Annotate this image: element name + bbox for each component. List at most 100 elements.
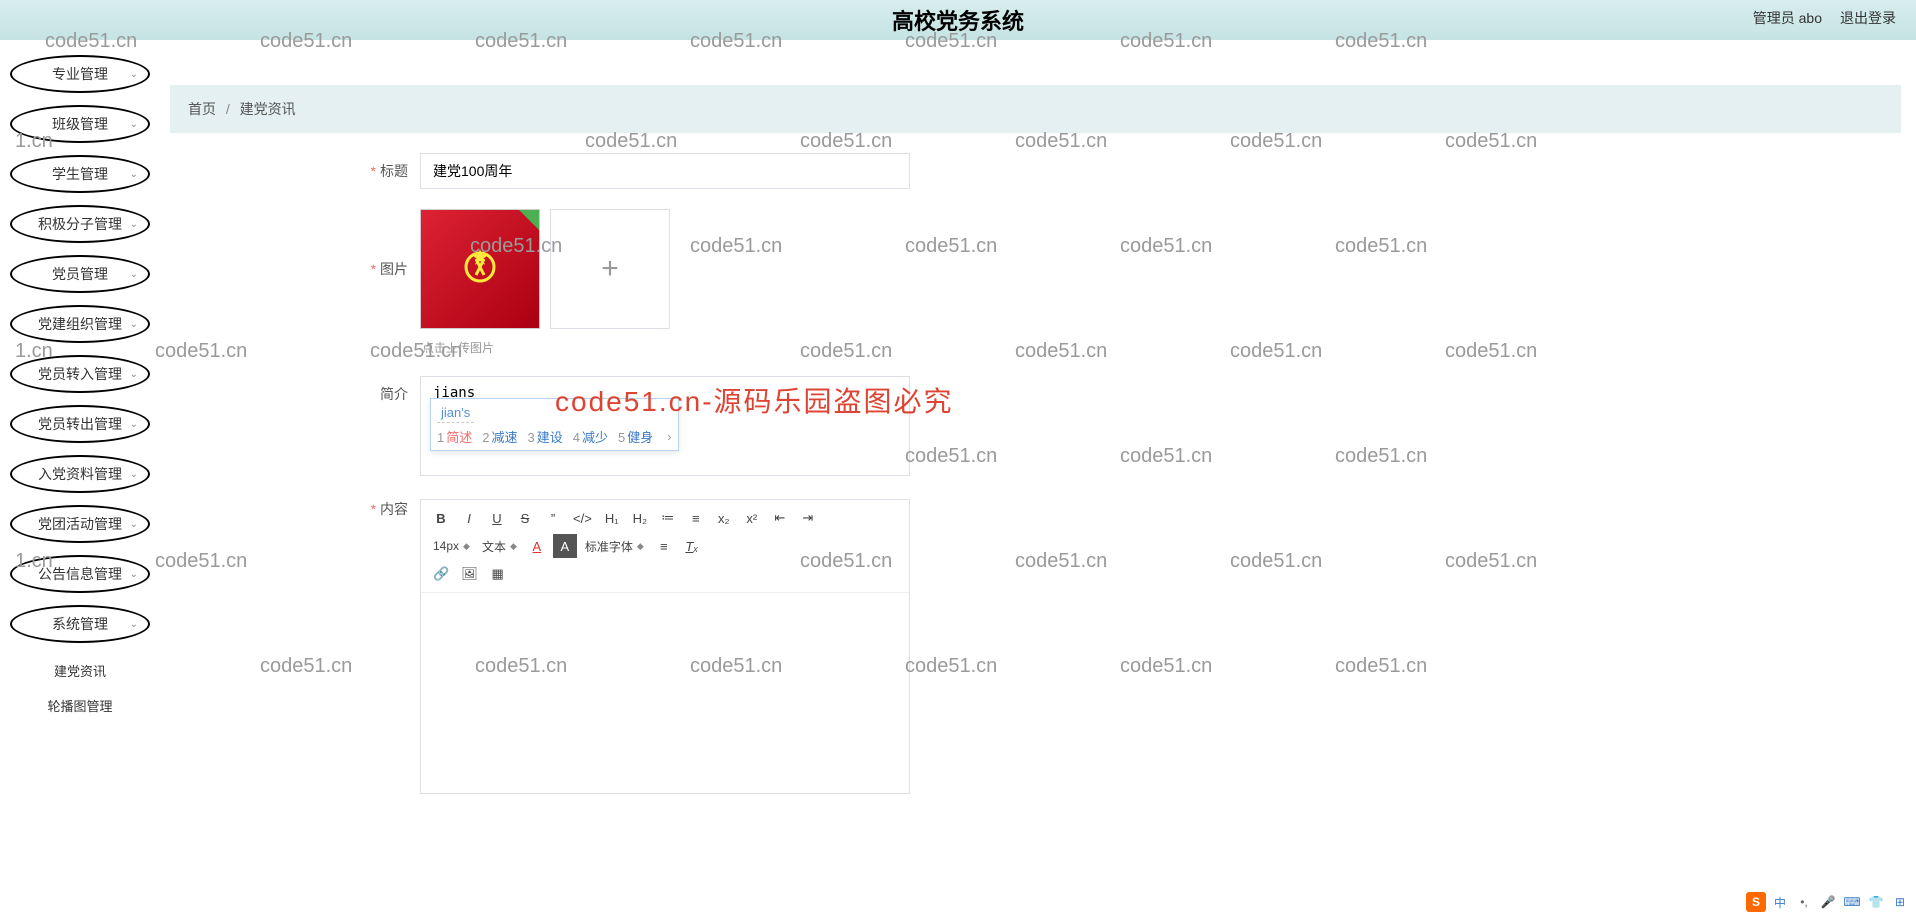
ime-raw-text: jian's xyxy=(437,403,474,423)
bg-color-button[interactable]: A xyxy=(553,534,577,558)
sidebar-sub-news[interactable]: 建党资讯 xyxy=(10,655,150,686)
title-input[interactable] xyxy=(420,153,910,189)
h2-button[interactable]: H₂ xyxy=(628,506,652,530)
form-row-intro: 简介 jians jian's 1简述 2减速 3建设 4减少 5健身 › xyxy=(170,376,1901,479)
strike-button[interactable]: S xyxy=(513,506,537,530)
required-icon: * xyxy=(371,501,376,517)
subscript-button[interactable]: x₂ xyxy=(712,506,736,530)
form-row-image: *图片 + 点击上传图片 xyxy=(170,209,1901,356)
header-right: 管理员 abo 退出登录 xyxy=(1753,8,1896,28)
align-button[interactable]: ≡ xyxy=(652,534,676,558)
ime-candidate-5[interactable]: 5健身 xyxy=(618,427,653,446)
font-family-select[interactable]: 标准字体◆ xyxy=(581,538,648,555)
sidebar-item-class[interactable]: 班级管理 ⌄ xyxy=(10,105,150,143)
code-button[interactable]: </> xyxy=(569,506,596,530)
sidebar-item-activity[interactable]: 党团活动管理⌄ xyxy=(10,505,150,543)
ime-skin-icon[interactable]: 👕 xyxy=(1866,892,1886,912)
sidebar-item-label: 班级管理 xyxy=(52,114,108,134)
sidebar-item-major[interactable]: 专业管理⌄ xyxy=(10,55,150,93)
label-text: 图片 xyxy=(380,261,408,277)
ime-candidate-2[interactable]: 2减速 xyxy=(482,427,517,446)
chevron-down-icon: ⌄ xyxy=(130,269,138,280)
ime-candidate-1[interactable]: 1简述 xyxy=(437,427,472,446)
clear-format-button[interactable]: Tₓ xyxy=(680,534,704,558)
sidebar-item-label: 专业管理 xyxy=(52,64,108,84)
required-icon: * xyxy=(371,163,376,179)
form-label-title: *标题 xyxy=(170,153,420,181)
sidebar-item-label: 党建组织管理 xyxy=(38,314,122,334)
ime-candidate-4[interactable]: 4减少 xyxy=(573,427,608,446)
required-icon: * xyxy=(371,261,376,277)
ime-mic-icon[interactable]: 🎤 xyxy=(1818,892,1838,912)
ime-lang-icon[interactable]: 中 xyxy=(1770,892,1790,912)
sidebar-item-label: 入党资料管理 xyxy=(38,464,122,484)
link-button[interactable]: 🔗 xyxy=(429,562,453,586)
chevron-down-icon: ⌄ xyxy=(130,319,138,330)
sidebar-item-system[interactable]: 系统管理 ⌄ xyxy=(10,605,150,643)
form-label-intro: 简介 xyxy=(170,376,420,404)
logout-link[interactable]: 退出登录 xyxy=(1840,8,1896,28)
sidebar-item-label: 公告信息管理 xyxy=(38,564,122,584)
sidebar-sub-carousel[interactable]: 轮播图管理 xyxy=(10,690,150,721)
ime-sogou-icon[interactable]: S xyxy=(1746,892,1766,912)
bold-button[interactable]: B xyxy=(429,506,453,530)
sidebar-item-transfer-in[interactable]: 党员转入管理⌄ xyxy=(10,355,150,393)
font-size-select[interactable]: 14px◆ xyxy=(429,539,474,553)
form-label-image: *图片 xyxy=(170,209,420,279)
sidebar-item-org[interactable]: 党建组织管理 ⌄ xyxy=(10,305,150,343)
sidebar-item-transfer-out[interactable]: 党员转出管理 ⌄ xyxy=(10,405,150,443)
h1-button[interactable]: H₁ xyxy=(600,506,624,530)
font-color-button[interactable]: A xyxy=(525,534,549,558)
ul-button[interactable]: ≡ xyxy=(684,506,708,530)
ime-punct-icon[interactable]: •, xyxy=(1794,892,1814,912)
video-button[interactable]: ▦ xyxy=(486,562,510,586)
chevron-down-icon: ⌄ xyxy=(130,619,138,630)
form-label-content: *内容 xyxy=(170,499,420,519)
chevron-down-icon: ⌄ xyxy=(130,119,138,130)
sidebar-item-member[interactable]: 党员管理⌄ xyxy=(10,255,150,293)
form-row-content: *内容 B I U S ” </> H₁ H₂ ≔ xyxy=(170,499,1901,794)
dropdown-icon: ◆ xyxy=(510,541,517,552)
breadcrumb-home[interactable]: 首页 xyxy=(188,101,216,117)
ime-popup[interactable]: jian's 1简述 2减速 3建设 4减少 5健身 › xyxy=(430,398,679,451)
form-row-title: *标题 xyxy=(170,153,1901,189)
system-tray: S 中 •, 🎤 ⌨ 👕 ⊞ xyxy=(1746,892,1910,912)
editor-content[interactable] xyxy=(421,593,909,793)
sidebar-item-activist[interactable]: 积极分子管理⌄ xyxy=(10,205,150,243)
ime-keyboard-icon[interactable]: ⌨ xyxy=(1842,892,1862,912)
italic-button[interactable]: I xyxy=(457,506,481,530)
chevron-down-icon: ⌄ xyxy=(130,569,138,580)
superscript-button[interactable]: x² xyxy=(740,506,764,530)
form-area: *标题 *图片 + 点击上传图片 xyxy=(170,133,1901,794)
flag-image xyxy=(421,210,539,328)
breadcrumb: 首页 / 建党资讯 xyxy=(170,85,1901,133)
underline-button[interactable]: U xyxy=(485,506,509,530)
outdent-button[interactable]: ⇤ xyxy=(768,506,792,530)
main-content: 首页 / 建党资讯 *标题 *图片 xyxy=(170,85,1901,794)
sidebar: 专业管理⌄ 班级管理⌄ 学生管理⌄ 积极分子管理⌄ 党员管理⌄ 党建组织管理⌄ … xyxy=(10,55,150,721)
font-type-select[interactable]: 文本◆ xyxy=(478,538,521,555)
admin-label[interactable]: 管理员 abo xyxy=(1753,8,1822,28)
add-image-button[interactable]: + xyxy=(550,209,670,329)
chevron-down-icon: ⌄ xyxy=(130,419,138,430)
image-thumbnail[interactable] xyxy=(420,209,540,329)
sidebar-item-label: 党员转出管理 xyxy=(38,414,122,434)
quote-button[interactable]: ” xyxy=(541,506,565,530)
sidebar-item-label: 积极分子管理 xyxy=(38,214,122,234)
sidebar-item-student[interactable]: 学生管理⌄ xyxy=(10,155,150,193)
ime-tool-icon[interactable]: ⊞ xyxy=(1890,892,1910,912)
sidebar-item-label: 系统管理 xyxy=(52,614,108,634)
rich-editor: B I U S ” </> H₁ H₂ ≔ ≡ x₂ x² ⇤ xyxy=(420,499,910,794)
ol-button[interactable]: ≔ xyxy=(656,506,680,530)
ime-more-icon[interactable]: › xyxy=(667,429,671,444)
image-button[interactable]: 🖼 xyxy=(457,562,482,586)
sidebar-item-notice[interactable]: 公告信息管理 ⌄ xyxy=(10,555,150,593)
chevron-down-icon: ⌄ xyxy=(130,519,138,530)
indent-button[interactable]: ⇥ xyxy=(796,506,820,530)
ime-candidate-3[interactable]: 3建设 xyxy=(528,427,563,446)
sidebar-item-materials[interactable]: 入党资料管理⌄ xyxy=(10,455,150,493)
app-title: 高校党务系统 xyxy=(892,4,1024,36)
label-text: 内容 xyxy=(380,501,408,517)
dropdown-icon: ◆ xyxy=(637,541,644,552)
header: 高校党务系统 管理员 abo 退出登录 xyxy=(0,0,1916,40)
